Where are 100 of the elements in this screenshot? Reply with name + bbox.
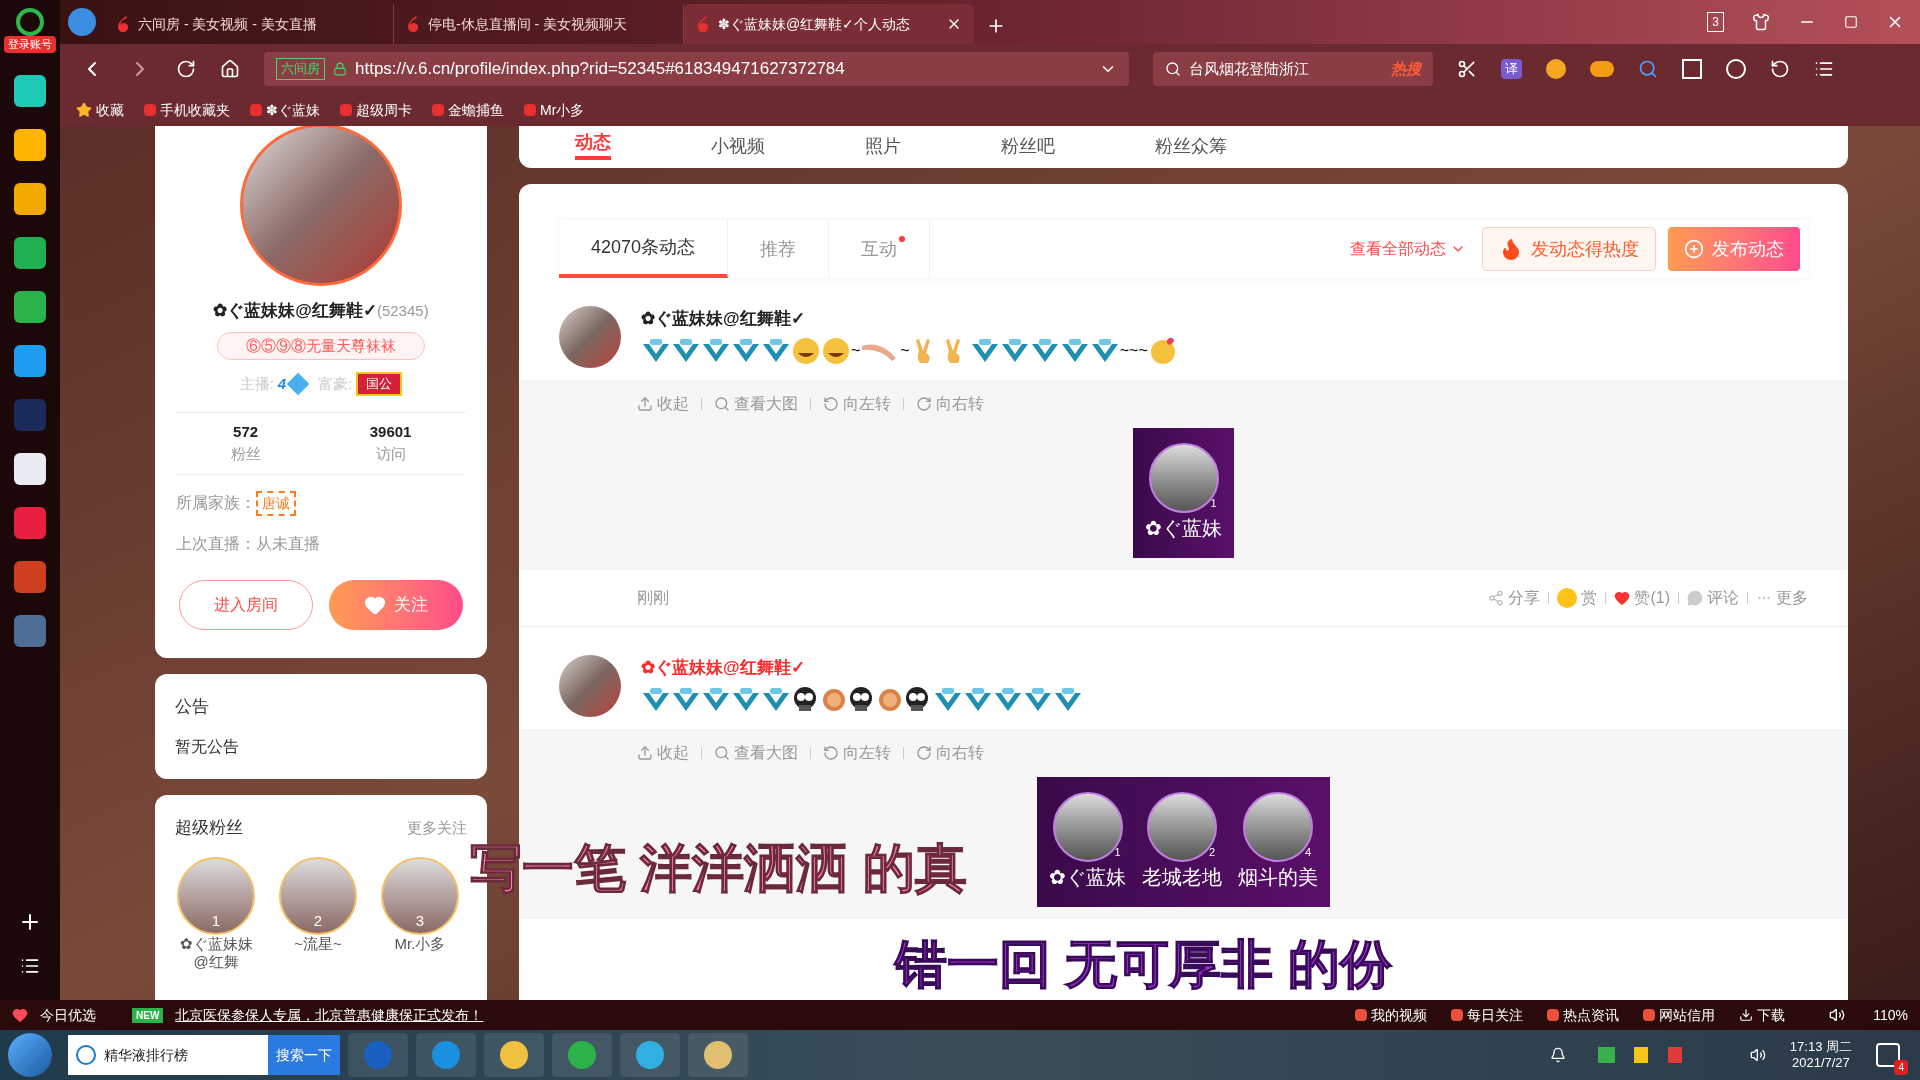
translate-button[interactable]: 译 (1501, 59, 1522, 79)
plus-icon (1684, 239, 1704, 259)
address-field[interactable]: 六间房 https://v.6.cn/profile/index.php?rid=52345#618349471627372784 (264, 52, 1129, 86)
nav-tab[interactable]: 照片 (865, 133, 901, 160)
taskbar-app-icon[interactable] (620, 1033, 680, 1077)
view-all-dropdown[interactable]: 查看全部动态 (1350, 237, 1466, 261)
notification-count: 4 (1894, 1060, 1908, 1075)
status-item[interactable]: 我的视频 (1355, 1004, 1428, 1026)
status-label[interactable]: 今日优选 (40, 1004, 96, 1026)
volume-icon[interactable] (1829, 1007, 1846, 1023)
comment-icon (1687, 590, 1703, 606)
more-link[interactable]: 更多关注 (407, 816, 467, 839)
taskbar-search-button[interactable]: 搜索一下 (268, 1035, 340, 1075)
bookmark-item[interactable]: 收藏 (76, 99, 124, 121)
scissors-icon[interactable] (1457, 59, 1477, 79)
app-shortcut-icon[interactable] (14, 290, 46, 323)
fan-avatar[interactable]: 2 (279, 856, 357, 935)
skin-icon[interactable] (1752, 13, 1770, 31)
lock-icon (333, 62, 347, 76)
taskbar-app-icon[interactable] (552, 1033, 612, 1077)
status-item[interactable]: 热点资讯 (1547, 1004, 1620, 1026)
window-count[interactable]: 3 (1707, 12, 1724, 32)
bookmark-item[interactable]: ✽ぐ蓝妹 (250, 99, 320, 121)
share-icon (1488, 590, 1505, 606)
app-shortcut-icon[interactable] (14, 128, 46, 161)
post-author[interactable]: ✿ぐ蓝妹妹@红舞鞋✓ (641, 655, 1083, 681)
status-item[interactable]: 下载 (1739, 1004, 1786, 1026)
bookmark-item[interactable]: Mr小多 (524, 99, 585, 121)
news-headline[interactable]: 北京医保参保人专属，北京普惠健康保正式发布！ (175, 1004, 484, 1026)
search-icon[interactable] (1638, 59, 1658, 79)
post-image[interactable]: 1 ✿ぐ蓝妹 (1133, 428, 1234, 558)
fan-name: ~流星~ (294, 934, 342, 954)
post-time: 刚刚 (637, 588, 669, 608)
search-field[interactable]: 台风烟花登陆浙江 热搜 (1153, 52, 1433, 86)
action-icon (714, 396, 730, 412)
clock-date[interactable]: 2021/7/27 (1792, 1055, 1850, 1072)
nav-tab[interactable]: 粉丝吧 (1001, 133, 1055, 160)
search-value: 精华液排行榜 (104, 1045, 188, 1065)
post-action[interactable]: 更多 (1756, 586, 1808, 610)
stat-label: 粉丝 (230, 444, 261, 464)
taskbar-app-icon[interactable] (484, 1033, 544, 1077)
app-shortcut-icon[interactable] (14, 74, 46, 107)
restore-icon[interactable] (1844, 15, 1858, 29)
login-badge[interactable]: 登录账号 (4, 36, 56, 53)
flame-logo-icon (406, 15, 420, 33)
bookmark-item[interactable]: 超级周卡 (340, 99, 412, 121)
app-shortcut-icon[interactable] (14, 344, 46, 377)
taskbar-app-icon[interactable] (688, 1033, 748, 1077)
reload-icon[interactable] (176, 59, 196, 79)
post-text: ~ (900, 340, 910, 361)
action-icon (714, 745, 730, 761)
clock-time[interactable]: 17:13 周二 (1789, 1038, 1852, 1055)
feed-tab[interactable]: 推荐 (728, 220, 830, 278)
hot-button[interactable]: 发动态得热度 (1482, 227, 1656, 271)
search-icon (1165, 61, 1181, 77)
feed-tab[interactable]: 42070条动态 (559, 220, 729, 278)
status-item-icon (1547, 1009, 1560, 1021)
browser-tab[interactable]: ✽ぐ蓝妹妹@红舞鞋✓个人动态 (684, 4, 974, 44)
desktop-lyric: 错一回 无可厚非 的份 (895, 938, 1392, 990)
nav-tab[interactable]: 小视频 (711, 133, 765, 160)
rank-number: 1 (211, 911, 221, 931)
bookmark-item[interactable]: 手机收藏夹 (144, 99, 230, 121)
guard-rank: 4 (1304, 844, 1311, 860)
enter-room-button[interactable]: 进入房间 (179, 579, 313, 630)
undo-icon[interactable] (1770, 59, 1790, 79)
start-button[interactable] (8, 1033, 52, 1077)
navigate-icon[interactable] (68, 8, 96, 36)
volume-icon[interactable] (1749, 1047, 1766, 1063)
emoticon-icon (791, 335, 821, 366)
news-tag: NEW (132, 1007, 164, 1023)
fan-avatar[interactable]: 3 (381, 856, 459, 935)
fan-avatar[interactable]: 1 (177, 856, 255, 935)
post-action[interactable]: 评论 (1687, 586, 1739, 610)
post-action[interactable]: 赞(1) (1614, 586, 1670, 610)
menu-icon[interactable] (1814, 59, 1834, 79)
notification-icon[interactable] (1549, 1047, 1566, 1063)
app-shortcut-icon[interactable] (14, 236, 46, 269)
home-icon[interactable] (220, 59, 240, 79)
post-action[interactable]: 赏 (1557, 586, 1598, 610)
fan-name: ✿ぐ蓝妹妹@红舞 (178, 934, 254, 972)
nav-tab[interactable]: 粉丝众筹 (1155, 133, 1227, 160)
post-author[interactable]: ✿ぐ蓝妹妹@红舞鞋✓ (641, 306, 1178, 332)
menu-icon[interactable] (20, 956, 40, 976)
status-item[interactable]: 网站信用 (1643, 1004, 1716, 1026)
bookmark-item[interactable]: 金蟾捕鱼 (432, 99, 504, 121)
zoom-level[interactable]: 110% (1873, 1004, 1908, 1026)
taskbar-search-field[interactable]: 精华液排行榜 (68, 1035, 268, 1075)
action-icon (916, 396, 932, 412)
action-icon (823, 745, 839, 761)
site-icon (432, 104, 444, 116)
url-text: https://v.6.cn/profile/index.php?rid=52345#618349471627372784 (355, 58, 845, 81)
site-icon (340, 104, 352, 116)
image-caption: 烟斗的美 (1238, 865, 1318, 890)
flame-logo-icon (696, 15, 710, 33)
post-image[interactable]: 1 ✿ぐ蓝妹 2 老城老地 4 烟斗的美 (1037, 777, 1330, 907)
app-shortcut-icon[interactable] (14, 452, 46, 485)
nav-tab[interactable]: 动态 (575, 129, 611, 160)
status-item[interactable]: 每日关注 (1451, 1004, 1524, 1026)
fan-name: Mr.小多 (394, 934, 446, 954)
app-shortcut-icon[interactable] (14, 182, 46, 215)
